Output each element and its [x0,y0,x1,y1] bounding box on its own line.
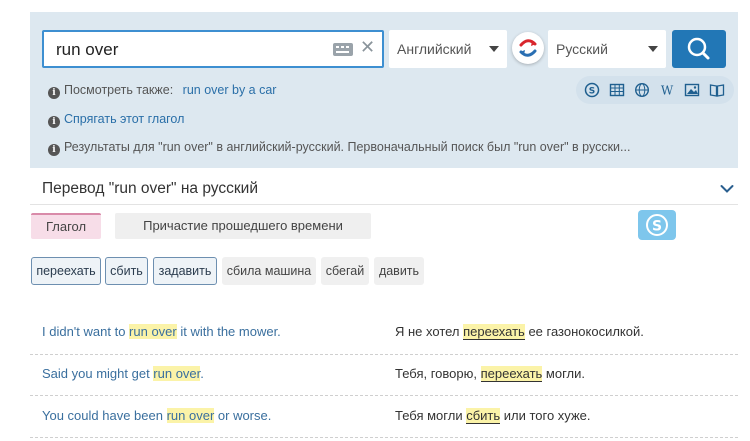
source-language-select[interactable]: Английский [389,30,507,68]
example-target-text: могли. [542,366,586,381]
example-source-text: or worse. [214,408,272,423]
keyboard-icon[interactable] [333,43,353,56]
example-target-text: ее газонокосилкой. [524,324,644,339]
example-source-highlight: run over [129,324,177,339]
example-source-text: You could have been [42,408,167,423]
example-target: Тебя, говорю, переехать могли. [395,366,586,382]
example-target-text: или того хуже. [500,408,591,423]
target-language-select[interactable]: Русский [548,30,666,68]
see-also-line: i Посмотреть также: run over by a car [48,83,276,99]
tab-past-participle[interactable]: Причастие прошедшего времени [115,213,371,239]
svg-text:S: S [652,219,662,235]
swap-languages-button[interactable] [512,32,544,64]
dictionary-tools: S W [576,76,734,104]
example-source-highlight: run over [166,408,215,423]
synonym-chip[interactable]: переехать [31,257,101,285]
swap-languages-icon [519,39,537,57]
results-note-line: i Результаты для "run over" в английский-… [48,140,630,156]
book-icon[interactable] [709,82,725,98]
example-target-highlight[interactable]: переехать [463,324,525,340]
skype-translate-button[interactable]: S [638,210,676,240]
example-row: Said you might get run over. Тебя, говор… [30,352,738,394]
example-source: I didn't want to run over it with the mo… [42,324,281,339]
synonym-chip[interactable]: задавить [153,257,217,285]
search-icon [687,37,710,60]
synonym-chip[interactable]: сбить [105,257,148,285]
synonym-chip[interactable]: сбегай [321,257,369,285]
target-language-label: Русский [556,41,608,57]
example-source-text: Said you might get [42,366,154,381]
translation-title: Перевод "run over" на русский [42,180,258,197]
wikipedia-icon[interactable]: W [659,82,675,98]
example-target-highlight[interactable]: переехать [480,366,543,382]
chevron-down-icon[interactable] [720,184,734,194]
tab-verb[interactable]: Глагол [31,213,101,239]
clear-icon[interactable]: ✕ [360,37,375,58]
chevron-down-icon [648,46,658,52]
skype-icon: S [646,214,668,236]
conjugate-link[interactable]: Спрягать этот глагол [64,112,184,126]
divider [30,437,738,438]
globe-icon[interactable] [634,82,650,98]
example-source: Said you might get run over. [42,366,204,381]
search-button[interactable] [672,30,726,68]
svg-text:W: W [661,84,674,98]
info-icon: i [48,116,60,128]
conjugate-line: i Спрягать этот глагол [48,112,184,128]
example-target-highlight[interactable]: сбить [466,408,501,424]
search-query[interactable]: run over [56,40,118,60]
info-icon: i [48,144,60,156]
example-target-text: Тебя могли [395,408,467,423]
skype-icon[interactable]: S [584,82,600,98]
table-icon[interactable] [609,82,625,98]
example-row: I didn't want to run over it with the mo… [30,310,738,352]
source-language-label: Английский [397,41,472,57]
svg-text:S: S [589,87,595,97]
example-row: You could have been run over or worse. Т… [30,394,738,436]
divider [30,204,738,205]
example-source-text: I didn't want to [42,324,130,339]
search-input[interactable]: run over ✕ [42,30,384,68]
image-icon[interactable] [684,82,700,98]
info-icon: i [48,87,60,99]
example-target: Тебя могли сбить или того хуже. [395,408,591,424]
example-source: You could have been run over or worse. [42,408,271,423]
example-source-highlight: run over [153,366,201,381]
search-panel: run over ✕ Английский Русский i Посмотрет… [30,12,738,168]
results-note: Результаты для "run over" в английский-р… [64,140,631,154]
synonym-chip[interactable]: давить [374,257,424,285]
example-target: Я не хотел переехать ее газонокосилкой. [395,324,644,340]
example-target-text: Я не хотел [395,324,464,339]
example-source-text: it with the mower. [176,324,281,339]
example-source-text: . [200,366,204,381]
see-also-label: Посмотреть также: [64,83,174,97]
see-also-link[interactable]: run over by a car [183,83,277,97]
example-target-text: Тебя, говорю, [395,366,481,381]
chevron-down-icon [489,46,499,52]
synonym-chip[interactable]: сбила машина [222,257,316,285]
